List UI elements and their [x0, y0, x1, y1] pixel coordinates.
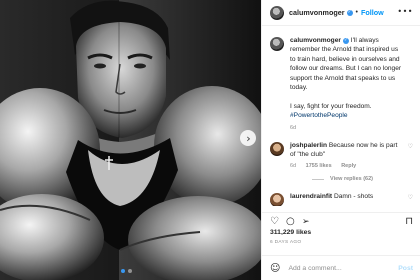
header-separator: •: [355, 9, 358, 16]
more-options-icon[interactable]: •••: [397, 7, 413, 16]
verified-icon: ✓: [346, 9, 353, 16]
author-avatar[interactable]: [270, 37, 284, 51]
caption-text: calumvonmoger ✓ I'll always remember the …: [290, 36, 413, 121]
action-bar: ♡ ○ ➢ ⊓: [262, 212, 420, 228]
comment-item: laurendrainfit Damn - shots ♡: [270, 192, 413, 206]
follow-button[interactable]: Follow: [361, 8, 384, 17]
bookmark-icon[interactable]: ⊓: [405, 217, 413, 227]
share-icon[interactable]: ➢: [302, 217, 310, 227]
next-arrow-icon: ›: [246, 131, 251, 145]
add-comment-bar: ☺ Post: [262, 255, 420, 280]
carousel-dot-active: [121, 269, 125, 273]
emoji-icon[interactable]: ☺: [270, 263, 280, 274]
comment-like-heart-icon[interactable]: ♡: [408, 194, 413, 201]
comment-meta: 6d 1755 likes Reply: [290, 163, 413, 169]
comment-item: joshpalerlin Because now he is part of "…: [270, 141, 413, 160]
comments-list[interactable]: calumvonmoger ✓ I'll always remember the …: [262, 36, 420, 206]
likes-count[interactable]: 311,229 likes: [270, 229, 311, 236]
comment-text: laurendrainfit Damn - shots: [290, 192, 413, 206]
comment-body: Damn - shots: [333, 193, 374, 201]
carousel-dot: [128, 269, 132, 273]
caption-body: I'll always remember the Arnold that ins…: [290, 37, 402, 92]
view-replies-button[interactable]: View replies (62): [312, 176, 413, 182]
carousel-indicator: [121, 269, 132, 273]
commenter-avatar[interactable]: [270, 141, 284, 156]
caption-username[interactable]: calumvonmoger: [290, 37, 341, 44]
view-replies-label: View replies (62): [330, 176, 374, 183]
caption-age: 6d: [290, 124, 297, 131]
author-username[interactable]: calumvonmoger: [289, 8, 345, 17]
comment-icon[interactable]: ○: [286, 217, 295, 227]
next-photo-button[interactable]: ›: [240, 130, 256, 146]
add-comment-input[interactable]: [288, 264, 379, 272]
heart-icon[interactable]: ♡: [270, 217, 279, 227]
bodybuilder-photo: [0, 0, 261, 280]
post-comment-button[interactable]: Post: [398, 265, 413, 272]
commenter-username[interactable]: laurendrainfit: [290, 193, 332, 200]
comment-text: joshpalerlin Because now he is part of "…: [290, 141, 413, 160]
post-header: calumvonmoger ✓ • Follow •••: [262, 0, 420, 26]
post-timestamp[interactable]: 6 DAYS AGO: [270, 240, 301, 245]
comment-like-heart-icon[interactable]: ♡: [408, 143, 413, 150]
comment-age: 6d: [290, 163, 297, 170]
reply-button[interactable]: Reply: [341, 163, 356, 169]
caption-line2: I say, fight for your freedom.: [290, 102, 372, 110]
post-side-panel: calumvonmoger ✓ • Follow ••• calumvonmog…: [261, 0, 420, 280]
author-avatar[interactable]: [270, 5, 284, 20]
caption-hashtag[interactable]: #PowertothePeople: [290, 112, 348, 119]
verified-icon: ✓: [342, 37, 349, 44]
caption: calumvonmoger ✓ I'll always remember the …: [270, 36, 413, 121]
comment-likes[interactable]: 1755 likes: [306, 163, 332, 169]
post-photo[interactable]: ›: [0, 0, 261, 280]
commenter-username[interactable]: joshpalerlin: [290, 142, 327, 149]
commenter-avatar[interactable]: [270, 193, 284, 206]
instagram-post: › calumvonmoger ✓ • Follow ••• calumvonm…: [0, 0, 420, 280]
replies-line: [312, 178, 324, 180]
